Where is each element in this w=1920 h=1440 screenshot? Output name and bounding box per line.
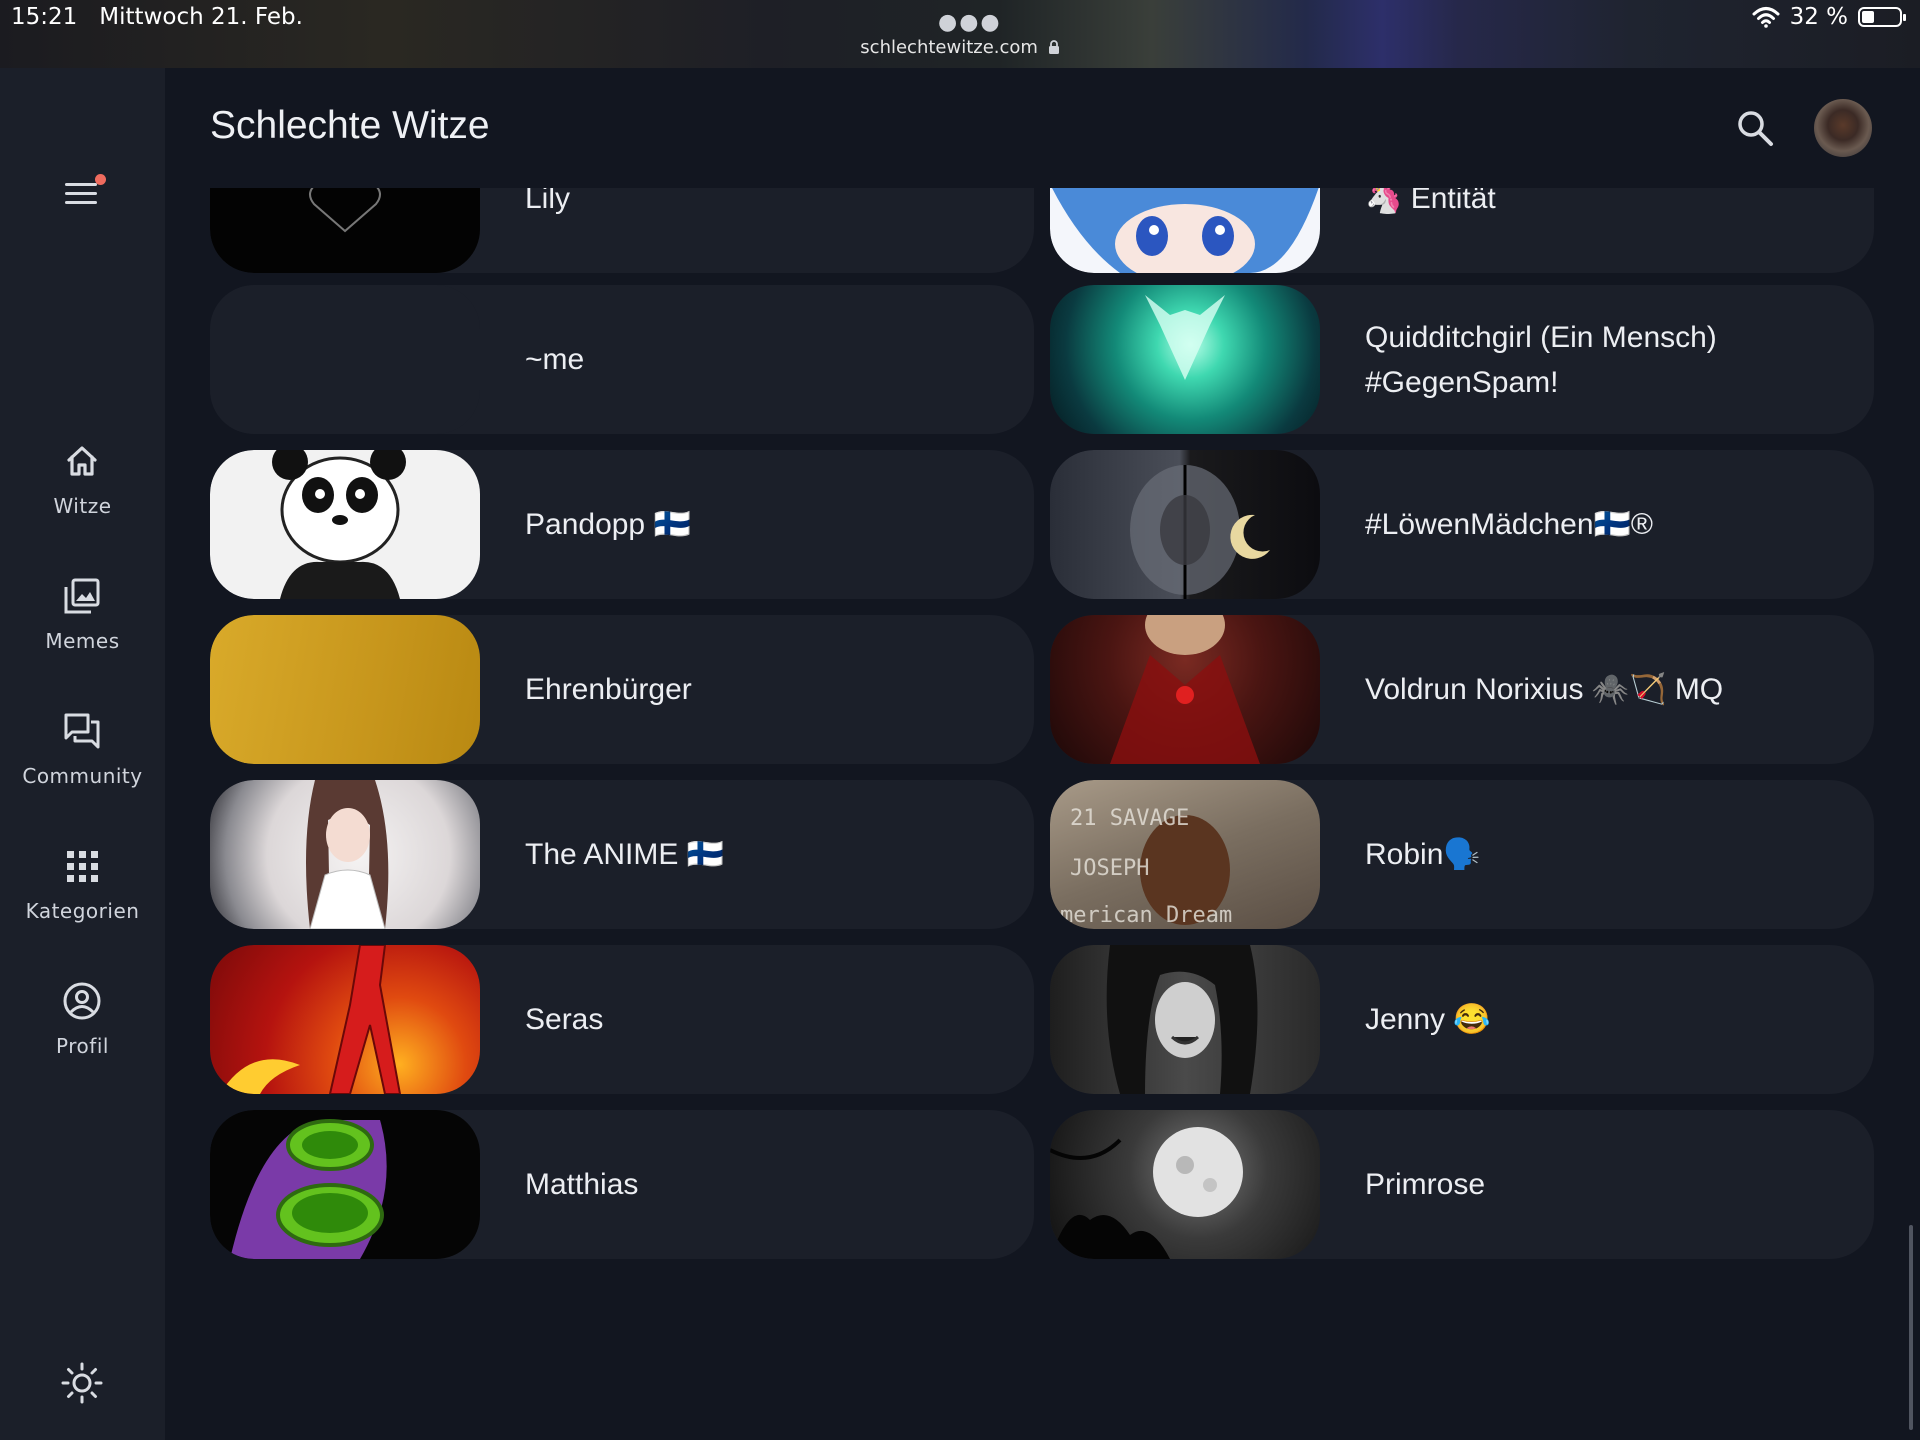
url-text: schlechtewitze.com bbox=[860, 37, 1038, 58]
top-app-bar: Schlechte Witze bbox=[165, 68, 1920, 188]
battery-fill bbox=[1862, 11, 1874, 23]
nav-item-community[interactable]: Community bbox=[0, 711, 165, 821]
svg-text:JOSEPH: JOSEPH bbox=[1070, 856, 1149, 881]
chat-bubbles-icon bbox=[64, 713, 100, 749]
user-thumbnail bbox=[1050, 188, 1320, 273]
user-card[interactable]: 🦄 Entität bbox=[1050, 188, 1874, 273]
user-thumbnail bbox=[1050, 1110, 1320, 1259]
user-list: Lily ~me Pandopp 🇫🇮 Ehrenbürger The ANIM… bbox=[165, 188, 1920, 1440]
user-name: Quidditchgirl (Ein Mensch) #GegenSpam! bbox=[1365, 320, 1717, 399]
menu-button[interactable] bbox=[62, 174, 106, 213]
user-name: Lily bbox=[525, 188, 571, 215]
user-card[interactable]: Quidditchgirl (Ein Mensch) #GegenSpam! bbox=[1050, 285, 1874, 434]
grid-icon bbox=[67, 851, 98, 882]
nav-label: Witze bbox=[53, 494, 112, 518]
user-card[interactable]: #LöwenMädchen🇫🇮® bbox=[1050, 450, 1874, 599]
wifi-icon bbox=[1752, 7, 1780, 28]
svg-text:merican Dream: merican Dream bbox=[1060, 903, 1232, 928]
nav-label: Kategorien bbox=[25, 899, 140, 923]
user-thumbnail bbox=[1050, 450, 1320, 599]
user-card[interactable]: ~me bbox=[210, 285, 1034, 434]
user-thumbnail bbox=[210, 188, 480, 273]
account-circle-icon bbox=[63, 982, 101, 1020]
nav-label: Memes bbox=[45, 629, 120, 653]
user-thumbnail bbox=[210, 285, 480, 434]
user-name: Ehrenbürger bbox=[525, 673, 692, 706]
user-thumbnail bbox=[210, 450, 480, 599]
user-name: Matthias bbox=[525, 1168, 639, 1201]
user-name: Pandopp 🇫🇮 bbox=[525, 508, 691, 541]
user-thumbnail bbox=[210, 1110, 480, 1259]
nav-item-kategorien[interactable]: Kategorien bbox=[0, 846, 165, 956]
user-card[interactable]: Ehrenbürger bbox=[210, 615, 1034, 764]
user-name: Robin🗣️ bbox=[1365, 838, 1481, 871]
status-time-date: 15:21 Mittwoch 21. Feb. bbox=[11, 4, 325, 30]
user-card[interactable]: Voldrun Norixius 🕷️🏹 MQ bbox=[1050, 615, 1874, 764]
user-thumbnail bbox=[1050, 285, 1320, 434]
user-name: Seras bbox=[525, 1003, 604, 1036]
user-thumbnail: 21 SAVAGE JOSEPH merican Dream bbox=[1050, 780, 1320, 929]
nav-item-profil[interactable]: Profil bbox=[0, 981, 165, 1091]
notification-dot bbox=[95, 174, 106, 185]
user-name: Jenny 😂 bbox=[1365, 1003, 1491, 1036]
image-gallery-icon bbox=[64, 578, 100, 614]
user-card[interactable]: Pandopp 🇫🇮 bbox=[210, 450, 1034, 599]
menu-icon-bar bbox=[65, 201, 97, 204]
status-time: 15:21 bbox=[11, 4, 78, 30]
status-bar: 15:21 Mittwoch 21. Feb. ●●● schlechtewitz… bbox=[0, 0, 1920, 68]
user-thumbnail bbox=[210, 780, 480, 929]
nav-item-witze[interactable]: Witze bbox=[0, 441, 165, 551]
sun-icon[interactable] bbox=[60, 1361, 104, 1405]
user-name: The ANIME 🇫🇮 bbox=[525, 838, 725, 871]
battery-percent: 32 % bbox=[1789, 4, 1848, 30]
scrollbar[interactable] bbox=[1909, 1225, 1913, 1430]
search-icon[interactable] bbox=[1735, 108, 1775, 148]
user-thumbnail bbox=[210, 615, 480, 764]
user-card[interactable]: Matthias bbox=[210, 1110, 1034, 1259]
navigation-rail: Witze Memes Community Kategorien Profil bbox=[0, 68, 165, 1440]
browser-more-icon[interactable]: ●●● bbox=[938, 10, 1002, 35]
user-card[interactable]: Primrose bbox=[1050, 1110, 1874, 1259]
user-card[interactable]: The ANIME 🇫🇮 bbox=[210, 780, 1034, 929]
nav-label: Community bbox=[22, 764, 143, 788]
user-card[interactable]: 21 SAVAGE JOSEPH merican Dream Robin🗣️ bbox=[1050, 780, 1874, 929]
battery-icon bbox=[1858, 7, 1906, 27]
user-name: Primrose bbox=[1365, 1168, 1486, 1201]
user-card[interactable]: Lily bbox=[210, 188, 1034, 273]
page-title: Schlechte Witze bbox=[210, 104, 490, 147]
lock-icon bbox=[1048, 40, 1059, 54]
menu-icon bbox=[65, 183, 97, 186]
user-name: 🦄 Entität bbox=[1365, 188, 1496, 215]
user-thumbnail bbox=[210, 945, 480, 1094]
user-name: ~me bbox=[525, 343, 585, 376]
status-date: Mittwoch 21. Feb. bbox=[99, 4, 303, 30]
menu-icon-bar bbox=[65, 192, 97, 195]
user-name: Voldrun Norixius 🕷️🏹 MQ bbox=[1365, 673, 1724, 706]
user-thumbnail bbox=[1050, 615, 1320, 764]
user-card[interactable]: Jenny 😂 bbox=[1050, 945, 1874, 1094]
status-indicators: 32 % bbox=[1752, 4, 1906, 30]
address-bar[interactable]: schlechtewitze.com bbox=[0, 37, 1920, 58]
svg-text:21 SAVAGE: 21 SAVAGE bbox=[1070, 806, 1189, 831]
nav-item-memes[interactable]: Memes bbox=[0, 576, 165, 686]
user-thumbnail bbox=[1050, 945, 1320, 1094]
user-name: #LöwenMädchen🇫🇮® bbox=[1365, 508, 1653, 541]
home-icon bbox=[67, 446, 97, 476]
nav-label: Profil bbox=[56, 1034, 109, 1058]
user-avatar[interactable] bbox=[1814, 99, 1872, 157]
user-card[interactable]: Seras bbox=[210, 945, 1034, 1094]
